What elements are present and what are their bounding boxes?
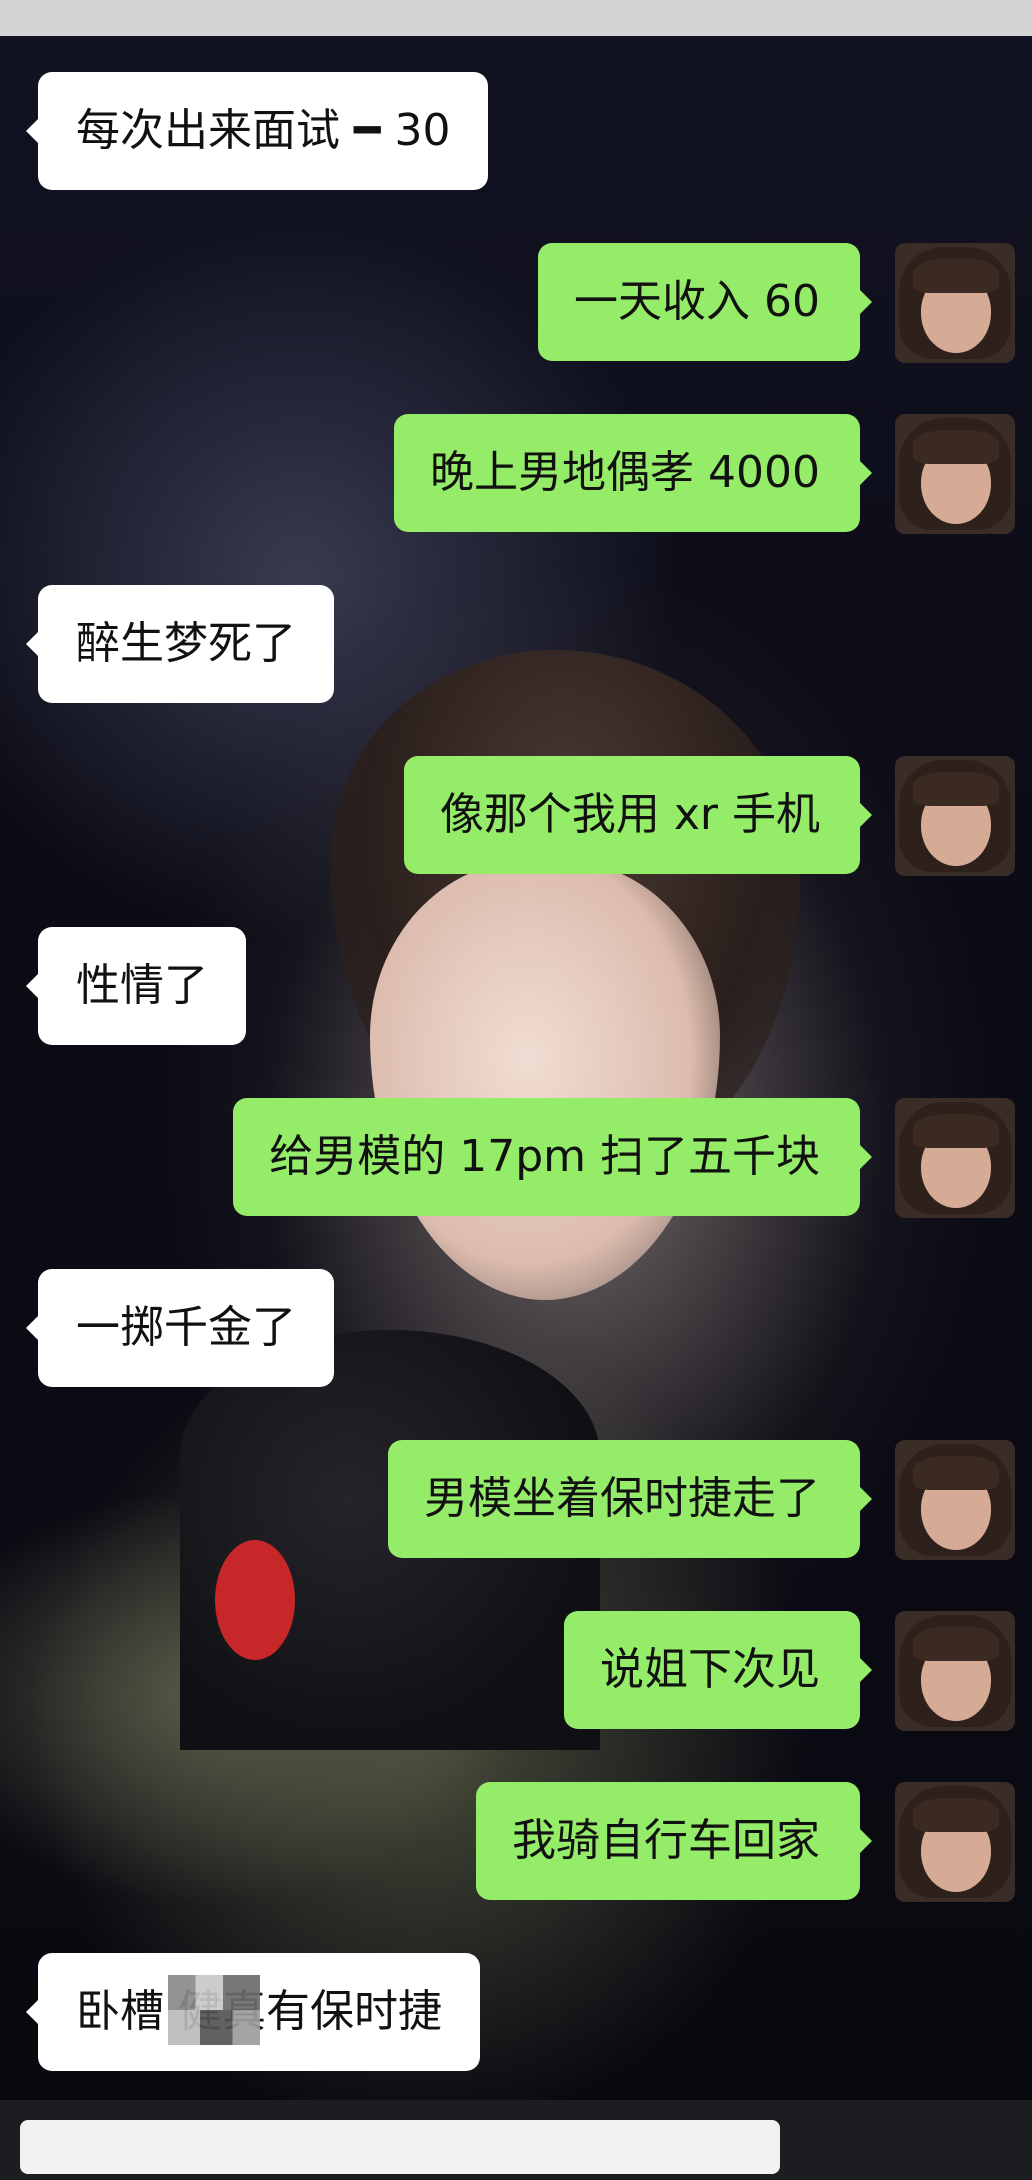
user-avatar-icon[interactable] — [895, 243, 1015, 363]
message-text: 我骑自行车回家 — [512, 1815, 820, 1866]
incoming-message-bubble[interactable]: 醉生梦死了 — [26, 585, 334, 703]
user-avatar-icon[interactable] — [895, 1098, 1015, 1218]
message-text: 性情了 — [76, 960, 208, 1011]
avatar-bangs — [913, 772, 999, 806]
user-avatar-icon[interactable] — [895, 756, 1015, 876]
censor-mosaic — [168, 1975, 260, 2045]
outgoing-message-bubble[interactable]: 像那个我用 xr 手机 — [403, 756, 873, 874]
message-text: 晚上男地偶孝 4000 — [430, 447, 820, 498]
top-status-strip — [0, 0, 1032, 36]
outgoing-message-bubble[interactable]: 一天收入 60 — [538, 243, 872, 361]
message-text: 一天收入 60 — [574, 276, 820, 327]
message-text: 说姐下次见 — [600, 1644, 820, 1695]
outgoing-message-bubble[interactable]: 我骑自行车回家 — [476, 1782, 872, 1900]
avatar-bangs — [913, 259, 999, 293]
user-avatar-icon[interactable] — [895, 1611, 1015, 1731]
incoming-message-bubble[interactable]: 一掷千金了 — [26, 1269, 334, 1387]
user-avatar-icon[interactable] — [895, 414, 1015, 534]
message-input-field[interactable] — [20, 2120, 780, 2174]
message-text: 一掷千金了 — [76, 1302, 296, 1353]
message-text: 像那个我用 xr 手机 — [439, 789, 820, 840]
message-text: 每次出来面试 ━ 30 — [76, 105, 451, 156]
outgoing-message-bubble[interactable]: 晚上男地偶孝 4000 — [394, 414, 872, 532]
incoming-message-bubble[interactable]: 性情了 — [26, 927, 246, 1045]
message-text: 给男模的 17pm 扫了五千块 — [269, 1131, 820, 1182]
avatar-bangs — [913, 1114, 999, 1148]
outgoing-message-bubble[interactable]: 男模坐着保时捷走了 — [388, 1440, 872, 1558]
message-text: 醉生梦死了 — [76, 618, 296, 669]
avatar-bangs — [913, 1798, 999, 1832]
background-shirt-print — [215, 1540, 295, 1660]
outgoing-message-bubble[interactable]: 说姐下次见 — [564, 1611, 872, 1729]
outgoing-message-bubble[interactable]: 给男模的 17pm 扫了五千块 — [233, 1098, 872, 1216]
avatar-bangs — [913, 1627, 999, 1661]
avatar-bangs — [913, 430, 999, 464]
user-avatar-icon[interactable] — [895, 1440, 1015, 1560]
avatar-bangs — [913, 1456, 999, 1490]
message-text: 男模坐着保时捷走了 — [424, 1473, 820, 1524]
incoming-message-bubble[interactable]: 每次出来面试 ━ 30 — [25, 72, 489, 190]
user-avatar-icon[interactable] — [895, 1782, 1015, 1902]
